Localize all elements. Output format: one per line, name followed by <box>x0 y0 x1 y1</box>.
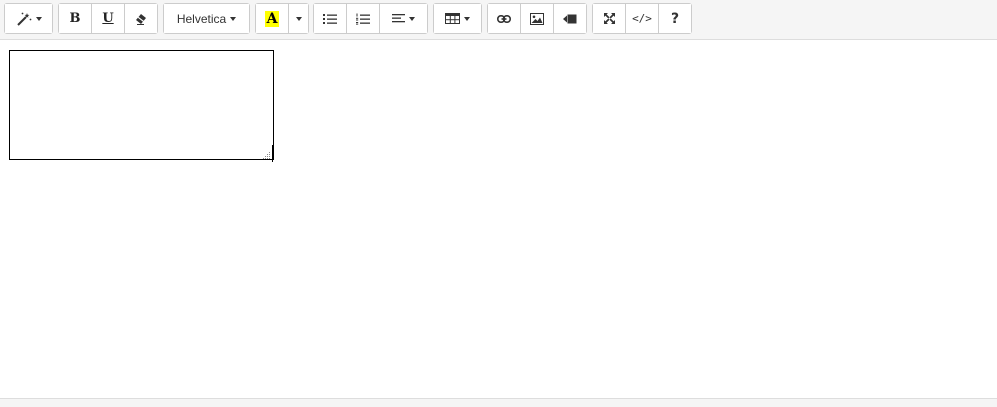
editor-textarea[interactable] <box>9 50 274 160</box>
unordered-list-button[interactable] <box>314 4 347 33</box>
magic-wand-icon <box>16 12 32 26</box>
codeview-button[interactable]: </> <box>626 4 659 33</box>
bold-icon: B <box>69 11 81 26</box>
underline-icon: U <box>102 11 114 26</box>
caret-down-icon <box>295 16 302 21</box>
editing-area <box>0 41 997 398</box>
link-icon <box>497 14 511 23</box>
underline-button[interactable]: U <box>92 4 125 33</box>
video-icon <box>563 14 577 24</box>
insert-link-button[interactable] <box>488 4 521 33</box>
insert-picture-button[interactable] <box>521 4 554 33</box>
fullscreen-button[interactable] <box>593 4 626 33</box>
unordered-list-icon <box>323 13 337 25</box>
editor-toolbar: B U Helvetica A </> ? <box>0 0 997 40</box>
table-group <box>433 3 482 34</box>
question-icon: ? <box>670 10 680 27</box>
style-group <box>4 3 53 34</box>
font-name-label: Helvetica <box>176 11 227 26</box>
resize-grip-icon[interactable] <box>262 147 271 165</box>
fullscreen-icon <box>603 13 615 24</box>
ordered-list-button[interactable] <box>347 4 380 33</box>
view-group: </> ? <box>592 3 692 34</box>
font-color-icon: A <box>264 10 280 27</box>
clear-format-button[interactable] <box>125 4 157 33</box>
ordered-list-icon <box>356 13 370 25</box>
style-dropdown-button[interactable] <box>5 4 52 33</box>
caret-down-icon <box>464 16 470 21</box>
font-style-group: B U <box>58 3 158 34</box>
paragraph-group <box>313 3 428 34</box>
font-name-group: Helvetica <box>163 3 250 34</box>
help-button[interactable]: ? <box>659 4 691 33</box>
insert-video-button[interactable] <box>554 4 586 33</box>
table-icon <box>445 13 460 24</box>
align-left-icon <box>392 13 405 24</box>
paragraph-dropdown-button[interactable] <box>380 4 427 33</box>
editor-statusbar <box>0 398 997 407</box>
caret-down-icon <box>35 16 42 21</box>
picture-icon <box>530 12 544 25</box>
color-group: A <box>255 3 309 34</box>
eraser-icon <box>135 13 147 25</box>
text-cursor <box>272 145 273 162</box>
code-icon: </> <box>632 12 652 25</box>
editor-resize-handle-icon[interactable] <box>488 401 508 407</box>
color-dropdown-button[interactable] <box>289 4 308 33</box>
recent-color-button[interactable]: A <box>256 4 289 33</box>
insert-group <box>487 3 587 34</box>
bold-button[interactable]: B <box>59 4 92 33</box>
font-name-dropdown[interactable]: Helvetica <box>164 4 249 33</box>
table-dropdown-button[interactable] <box>434 4 481 33</box>
caret-down-icon <box>409 16 415 21</box>
caret-down-icon <box>230 16 237 21</box>
rich-text-editor: B U Helvetica A </> ? <box>0 0 997 407</box>
